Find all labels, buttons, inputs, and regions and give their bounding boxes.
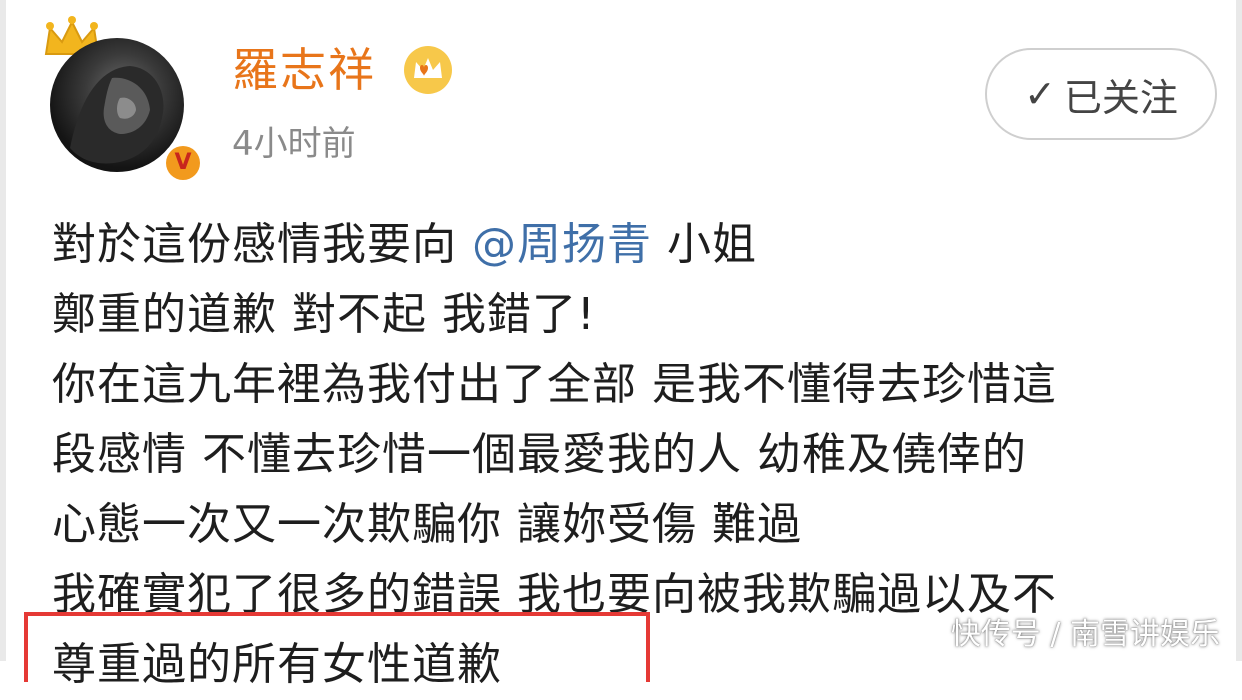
follow-button[interactable]: ✓ 已关注	[985, 48, 1217, 140]
post-line: 對於這份感情我要向 @周扬青 小姐	[52, 210, 1222, 280]
left-frame-edge	[0, 0, 6, 661]
verified-badge: V	[162, 142, 204, 184]
username[interactable]: 羅志祥	[232, 40, 376, 100]
post-text: 鄭重的道歉 對不起 我錯了!	[52, 289, 596, 340]
avatar-container[interactable]: V	[40, 14, 204, 184]
follow-button-label: 已关注	[1063, 75, 1178, 120]
post-text: 心態一次又一次欺騙你 讓妳受傷 難過	[52, 499, 802, 550]
post-line: 段感情 不懂去珍惜一個最愛我的人 幼稚及僥倖的	[52, 420, 1222, 490]
mention-link[interactable]: @周扬青	[472, 219, 652, 270]
vip-crown-icon	[404, 46, 452, 94]
post-timestamp: 4小时前	[232, 124, 356, 164]
post-text: 對於這份感情我要向	[52, 219, 472, 270]
verified-v-icon: V	[166, 146, 200, 180]
highlight-annotation-box	[24, 612, 650, 682]
right-frame-edge	[1236, 0, 1242, 661]
post-line: 心態一次又一次欺騙你 讓妳受傷 難過	[52, 490, 1222, 560]
post-text: 段感情 不懂去珍惜一個最愛我的人 幼稚及僥倖的	[52, 429, 1027, 480]
post-line: 鄭重的道歉 對不起 我錯了!	[52, 280, 1222, 350]
post-text: 你在這九年裡為我付出了全部 是我不懂得去珍惜這	[52, 359, 1057, 410]
check-icon: ✓	[1024, 72, 1056, 116]
watermark: 快传号 / 南雪讲娱乐	[950, 617, 1220, 652]
post-text: 小姐	[652, 219, 757, 270]
post-line: 你在這九年裡為我付出了全部 是我不懂得去珍惜這	[52, 350, 1222, 420]
